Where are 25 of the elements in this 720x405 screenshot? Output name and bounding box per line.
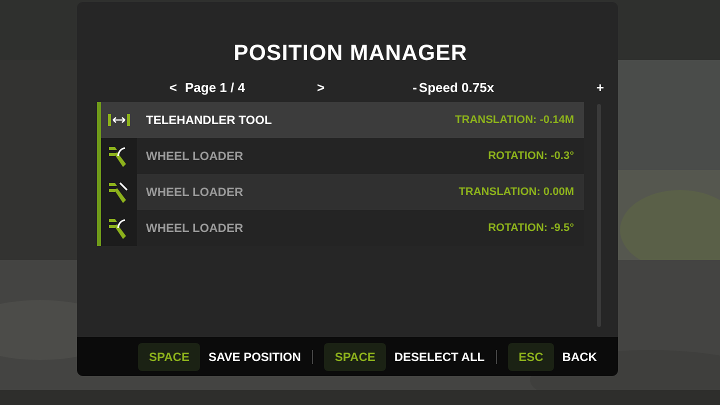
- next-page-button[interactable]: >: [316, 78, 325, 98]
- position-value: ROTATION: -0.3°: [488, 148, 574, 164]
- tool-name: TELEHANDLER TOOL: [146, 112, 272, 129]
- list-row[interactable]: TELEHANDLER TOOL TRANSLATION: -0.14M: [97, 102, 584, 138]
- tool-name: WHEEL LOADER: [146, 220, 244, 237]
- speed-value: Speed 0.75x: [418, 79, 494, 98]
- tool-name: WHEEL LOADER: [146, 184, 244, 201]
- position-value: TRANSLATION: -0.14M: [455, 112, 574, 128]
- action-button[interactable]: DESELECT ALL: [394, 348, 485, 366]
- action-button[interactable]: BACK: [562, 348, 597, 366]
- page-indicator: Page 1 / 4: [185, 79, 245, 98]
- speed-decrease-button[interactable]: -: [412, 78, 417, 98]
- list-row[interactable]: WHEEL LOADER TRANSLATION: 0.00M: [97, 174, 584, 210]
- loader-arm-translation-icon: [108, 180, 130, 204]
- previous-page-button[interactable]: <: [169, 78, 177, 98]
- key-hint: SPACE: [138, 342, 200, 370]
- window-title: POSITION MANAGER: [234, 39, 468, 67]
- position-value: TRANSLATION: 0.00M: [458, 184, 574, 200]
- key-hint: SPACE: [324, 342, 386, 370]
- speed-increase-button[interactable]: +: [596, 78, 604, 98]
- width-arrows-icon: [108, 114, 130, 126]
- action-button[interactable]: SAVE POSITION: [208, 348, 301, 366]
- tool-name: WHEEL LOADER: [146, 148, 244, 165]
- position-value: ROTATION: -9.5°: [488, 220, 574, 236]
- key-hint: ESC: [508, 342, 554, 370]
